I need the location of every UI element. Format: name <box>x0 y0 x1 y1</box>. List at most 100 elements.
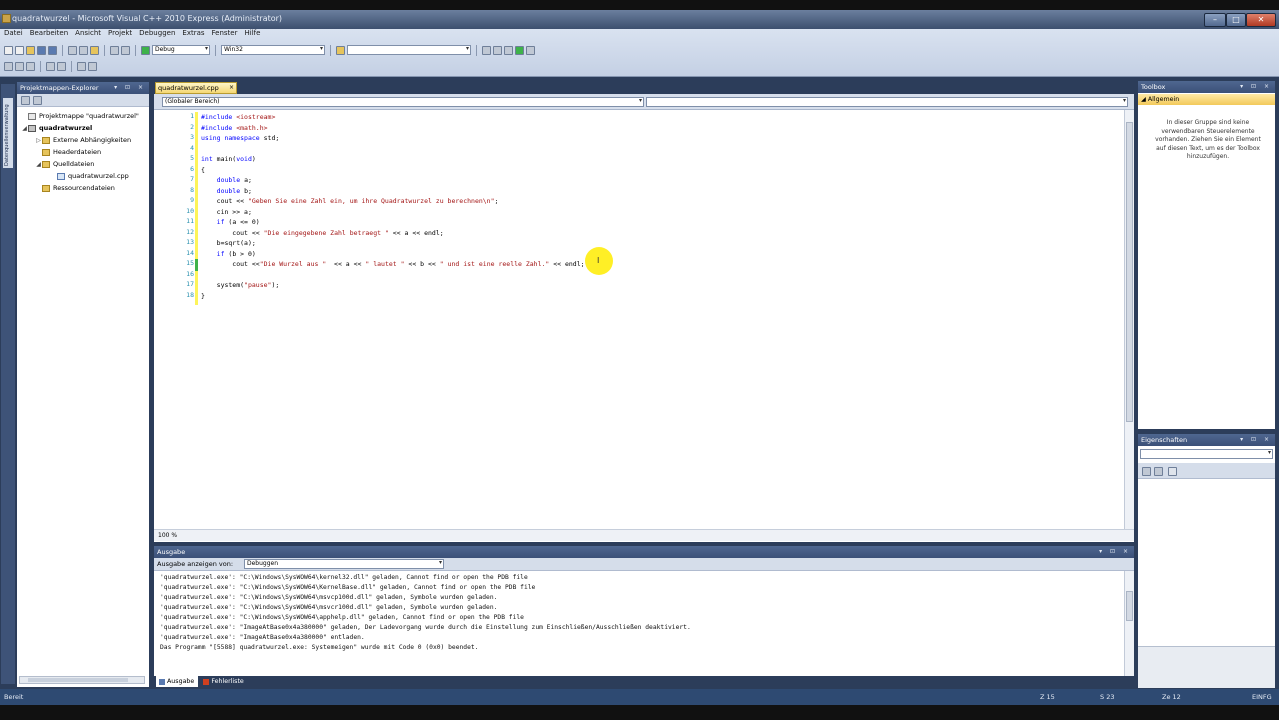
code-line[interactable]: cout <<"Die Wurzel aus " << a << " laute… <box>201 259 1121 270</box>
status-char: Ze 12 <box>1162 693 1181 701</box>
code-line[interactable] <box>201 144 1121 155</box>
code-text: b=sqrt(a); <box>201 239 256 247</box>
parameter-info-icon[interactable] <box>15 61 24 71</box>
menu-item-datei[interactable]: Datei <box>4 29 23 39</box>
code-line[interactable]: cin >> a; <box>201 207 1121 218</box>
tree-item-external-deps[interactable]: ▷ Externe Abhängigkeiten <box>17 134 149 146</box>
object-browser-icon[interactable] <box>504 45 513 55</box>
solution-explorer-header: Projektmappen-Explorer ▾ ⊡ × <box>17 82 149 94</box>
save-all-icon[interactable] <box>48 45 57 55</box>
expand-icon[interactable]: ▷ <box>35 137 42 144</box>
paste-icon[interactable] <box>90 45 99 55</box>
code-line[interactable]: { <box>201 165 1121 176</box>
code-line[interactable] <box>201 270 1121 281</box>
code-line[interactable]: int main(void) <box>201 154 1121 165</box>
properties-icon[interactable] <box>493 45 502 55</box>
line-number: 17 <box>186 280 194 288</box>
tree-item-header-files[interactable]: Headerdateien <box>17 146 149 158</box>
copy-icon[interactable] <box>79 45 88 55</box>
minimize-button[interactable]: – <box>1204 13 1226 27</box>
show-all-files-icon[interactable] <box>33 96 42 105</box>
panel-buttons[interactable]: ▾ ⊡ × <box>1099 546 1131 558</box>
indent-icon[interactable] <box>46 61 55 71</box>
tab-close-icon[interactable]: × <box>229 83 234 93</box>
cut-icon[interactable] <box>68 45 77 55</box>
code-line[interactable]: b=sqrt(a); <box>201 238 1121 249</box>
platform-dropdown[interactable]: Win32 <box>221 45 325 55</box>
output-scrollbar[interactable] <box>1124 571 1134 676</box>
line-number: 3 <box>190 133 194 141</box>
quick-info-icon[interactable] <box>26 61 35 71</box>
start-debug-icon[interactable] <box>141 45 150 55</box>
zoom-level[interactable]: 100 % <box>158 532 177 539</box>
output-text[interactable]: 'quadratwurzel.exe': "C:\Windows\SysWOW6… <box>160 573 1120 673</box>
alphabetical-icon[interactable] <box>1154 467 1163 476</box>
tree-item-source-files[interactable]: ◢ Quelldateien <box>17 158 149 170</box>
code-line[interactable]: #include <iostream> <box>201 112 1121 123</box>
output-source-dropdown[interactable]: Debuggen <box>244 559 444 569</box>
member-dropdown[interactable] <box>646 97 1128 107</box>
tree-item-cpp-file[interactable]: quadratwurzel.cpp <box>17 170 149 182</box>
code-line[interactable]: double a; <box>201 175 1121 186</box>
menu-item-hilfe[interactable]: Hilfe <box>244 29 260 39</box>
open-folder-icon[interactable] <box>26 45 35 55</box>
toolbox-group-allgemein[interactable]: ◢ Allgemein <box>1138 94 1275 105</box>
output-line: 'quadratwurzel.exe': "C:\Windows\SysWOW6… <box>160 584 536 591</box>
save-icon[interactable] <box>37 45 46 55</box>
code-line[interactable]: if (b > 0) <box>201 249 1121 260</box>
horizontal-scrollbar[interactable] <box>19 676 145 684</box>
panel-buttons[interactable]: ▾ ⊡ × <box>1240 81 1272 93</box>
code-line[interactable]: cout << "Geben Sie eine Zahl ein, um ihr… <box>201 196 1121 207</box>
collapse-icon[interactable]: ◢ <box>21 125 28 132</box>
tab-fehlerliste[interactable]: Fehlerliste <box>200 676 247 687</box>
properties-object-dropdown[interactable] <box>1140 449 1273 459</box>
tab-ausgabe[interactable]: Ausgabe <box>156 676 199 687</box>
document-tab-strip <box>154 81 1134 94</box>
property-pages-icon[interactable] <box>1168 467 1177 476</box>
app-icon[interactable] <box>2 14 11 23</box>
code-line[interactable]: using namespace std; <box>201 133 1121 144</box>
categorized-icon[interactable] <box>1142 467 1151 476</box>
undo-icon[interactable] <box>110 45 119 55</box>
new-project-icon[interactable] <box>4 45 13 55</box>
code-line[interactable]: cout << "Die eingegebene Zahl betraegt "… <box>201 228 1121 239</box>
panel-buttons[interactable]: ▾ ⊡ × <box>1240 434 1272 446</box>
tab-quadratwurzel-cpp[interactable]: quadratwurzel.cpp × <box>155 82 237 94</box>
editor-vertical-scrollbar[interactable] <box>1124 110 1134 531</box>
code-line[interactable]: if (a <= 0) <box>201 217 1121 228</box>
menu-item-fenster[interactable]: Fenster <box>212 29 238 39</box>
add-item-icon[interactable] <box>15 45 24 55</box>
uncomment-icon[interactable] <box>88 61 97 71</box>
list-members-icon[interactable] <box>4 61 13 71</box>
redo-icon[interactable] <box>121 45 130 55</box>
properties-header: Eigenschaften ▾ ⊡ × <box>1138 434 1275 446</box>
find-combo[interactable] <box>347 45 471 55</box>
scope-dropdown[interactable]: (Globaler Bereich) <box>162 97 644 107</box>
maximize-button[interactable]: □ <box>1226 13 1246 27</box>
tree-item-solution[interactable]: Projektmappe "quadratwurzel" <box>17 110 149 122</box>
collapse-icon[interactable]: ◢ <box>35 161 42 168</box>
code-text: { <box>201 165 205 174</box>
solution-explorer-icon[interactable] <box>482 45 491 55</box>
code-line[interactable]: } <box>201 291 1121 302</box>
comment-icon[interactable] <box>77 61 86 71</box>
toolbox-icon[interactable] <box>515 45 524 55</box>
close-window-button[interactable]: ✕ <box>1246 13 1276 27</box>
tree-item-project[interactable]: ◢ quadratwurzel <box>17 122 149 134</box>
menu-item-ansicht[interactable]: Ansicht <box>75 29 101 39</box>
code-line[interactable]: #include <math.h> <box>201 123 1121 134</box>
panel-buttons[interactable]: ▾ ⊡ × <box>114 82 146 94</box>
code-line[interactable]: system("pause"); <box>201 280 1121 291</box>
find-in-files-icon[interactable] <box>336 45 345 55</box>
tree-item-resource-files[interactable]: Ressourcendateien <box>17 182 149 194</box>
code-line[interactable]: double b; <box>201 186 1121 197</box>
code-text[interactable]: #include <iostream> #include <math.h> usin… <box>201 112 1121 532</box>
properties-button-icon[interactable] <box>21 96 30 105</box>
menu-item-bearbeiten[interactable]: Bearbeiten <box>30 29 68 39</box>
config-dropdown[interactable]: Debug <box>152 45 210 55</box>
outdent-icon[interactable] <box>57 61 66 71</box>
menu-item-projekt[interactable]: Projekt <box>108 29 132 39</box>
menu-item-debuggen[interactable]: Debuggen <box>139 29 175 39</box>
menu-item-extras[interactable]: Extras <box>182 29 204 39</box>
extensions-icon[interactable] <box>526 45 535 55</box>
